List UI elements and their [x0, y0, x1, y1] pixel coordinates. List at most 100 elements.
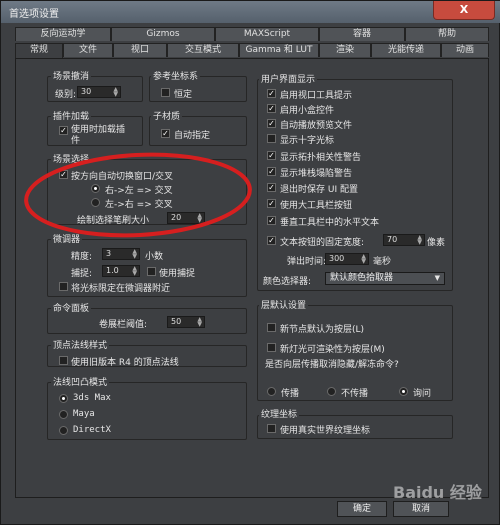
- ui-item-label: 垂直工具栏中的水平文本: [280, 218, 380, 228]
- ui-item-checkbox[interactable]: ✓: [267, 151, 276, 160]
- spinner-arrows-icon[interactable]: ▲ ▼: [197, 317, 202, 328]
- load-on-demand-label: 使用时加载插件: [71, 125, 126, 146]
- sub-material-title: 子材质: [151, 109, 183, 122]
- real-world-checkbox[interactable]: [267, 424, 276, 433]
- ui-item-label: 显示十字光标: [280, 136, 335, 146]
- ui-item-checkbox[interactable]: ✓: [267, 89, 276, 98]
- ms-label: 毫秒: [373, 257, 392, 267]
- ui-item-checkbox[interactable]: ✓: [267, 216, 276, 225]
- snap-value: 1.0: [106, 266, 119, 275]
- tab-gamma-lut[interactable]: Gamma 和 LUT: [239, 43, 319, 57]
- ask-radio[interactable]: [399, 387, 408, 396]
- spinner-arrows-icon[interactable]: ▲ ▼: [361, 254, 366, 265]
- vertex-normal-title: 顶点法线样式: [51, 338, 110, 351]
- spinner-arrows-icon[interactable]: ▲ ▼: [132, 249, 137, 260]
- use-snap-checkbox[interactable]: [147, 267, 156, 276]
- ui-item-label: 退出时保存 UI 配置: [280, 185, 358, 195]
- precision-spinner[interactable]: 3 ▲ ▼: [102, 248, 140, 260]
- tab-animation[interactable]: 动画: [441, 43, 489, 57]
- color-picker-value: 默认颜色拾取器: [330, 273, 394, 283]
- fixed-width-spinner[interactable]: 70 ▲ ▼: [383, 234, 425, 246]
- command-panel-title: 命令面板: [51, 301, 92, 314]
- tab-files[interactable]: 文件: [63, 43, 113, 57]
- propagate-radio[interactable]: [267, 387, 276, 396]
- bump-directx-label: DirectX: [73, 425, 111, 435]
- load-on-demand-checkbox[interactable]: ✓: [59, 126, 68, 135]
- spinner-arrows-icon[interactable]: ▲ ▼: [132, 266, 137, 277]
- cursor-wrap-checkbox[interactable]: [59, 282, 68, 291]
- ui-item-checkbox[interactable]: ✓: [267, 119, 276, 128]
- scene-undo-title: 场景撤消: [51, 69, 92, 82]
- ui-item-checkbox[interactable]: ✓: [267, 183, 276, 192]
- ask-label: 询问: [413, 389, 432, 399]
- cancel-button[interactable]: 取消: [393, 501, 449, 517]
- spinner-arrows-icon[interactable]: ▲ ▼: [417, 235, 422, 246]
- tab-maxscript[interactable]: MAXScript: [215, 27, 319, 41]
- bump-3dsmax-label: 3ds Max: [73, 393, 111, 403]
- fixed-width-checkbox[interactable]: ✓: [267, 236, 276, 245]
- new-nodes-label: 新节点默认为按层(L): [280, 325, 365, 335]
- normal-bump-title: 法线凹凸模式: [51, 375, 110, 388]
- color-picker-dropdown[interactable]: 默认颜色拾取器 ▼: [325, 272, 445, 285]
- tab-viewports[interactable]: 视口: [113, 43, 167, 57]
- use-snap-label: 使用捕捉: [159, 269, 196, 279]
- undo-levels-label: 级别:: [55, 90, 77, 100]
- rollup-threshold-label: 卷展栏阈值:: [99, 320, 148, 330]
- decimals-label: 小数: [145, 252, 164, 262]
- tab-containers[interactable]: 容器: [319, 27, 405, 41]
- ref-coord-title: 参考坐标系: [151, 69, 201, 82]
- ui-item-label: 启用视口工具提示: [280, 91, 353, 101]
- plugin-load-title: 插件加载: [51, 109, 92, 122]
- new-lights-checkbox[interactable]: [267, 343, 276, 352]
- bump-maya-radio[interactable]: [59, 410, 68, 419]
- fixed-width-value: 70: [387, 235, 398, 244]
- legacy-normals-label: 使用旧版本 R4 的顶点法线: [71, 358, 179, 368]
- snap-spinner[interactable]: 1.0 ▲ ▼: [102, 265, 140, 277]
- rollup-threshold-spinner[interactable]: 50 ▲ ▼: [167, 316, 205, 328]
- ui-item-checkbox[interactable]: ✓: [267, 167, 276, 176]
- color-picker-label: 颜色选择器:: [263, 277, 312, 287]
- legacy-normals-checkbox[interactable]: [59, 356, 68, 365]
- tab-rendering[interactable]: 渲染: [319, 43, 371, 57]
- preferences-window: 首选项设置 X 反向运动学 Gizmos MAXScript 容器 帮助 常规 …: [0, 0, 500, 525]
- bump-directx-radio[interactable]: [59, 426, 68, 435]
- precision-label: 精度:: [71, 252, 93, 262]
- tab-radiosity[interactable]: 光能传递: [371, 43, 441, 57]
- ui-display-title: 用户界面显示: [259, 72, 318, 85]
- ui-item-checkbox[interactable]: ✓: [267, 104, 276, 113]
- propagate-label: 传播: [281, 389, 300, 399]
- tab-gizmos[interactable]: Gizmos: [111, 27, 215, 41]
- texture-coords-title: 纹理坐标: [259, 407, 300, 420]
- flyout-spinner[interactable]: 300 ▲ ▼: [325, 253, 369, 265]
- undo-levels-value: 30: [81, 87, 92, 96]
- title-bar[interactable]: 首选项设置 X: [1, 1, 500, 23]
- new-nodes-checkbox[interactable]: [267, 323, 276, 332]
- auto-assign-label: 自动指定: [174, 131, 211, 141]
- no-propagate-label: 不传播: [341, 389, 369, 399]
- watermark-logo: Baidu 经验: [393, 483, 482, 502]
- ui-item-label: 自动播放预览文件: [280, 121, 353, 131]
- tab-help[interactable]: 帮助: [405, 27, 489, 41]
- tab-ik[interactable]: 反向运动学: [15, 27, 111, 41]
- close-button[interactable]: X: [433, 1, 495, 20]
- snap-label: 捕捉:: [71, 269, 93, 279]
- precision-value: 3: [106, 249, 112, 258]
- undo-levels-spinner[interactable]: 30 ▲ ▼: [77, 86, 121, 98]
- no-propagate-radio[interactable]: [327, 387, 336, 396]
- auto-assign-checkbox[interactable]: ✓: [161, 129, 170, 138]
- ui-item-checkbox[interactable]: [267, 134, 276, 143]
- ui-item-label: 显示堆栈塌陷警告: [280, 169, 353, 179]
- propagate-question: 是否向层传播取消隐藏/解冻命令?: [265, 360, 399, 370]
- bump-3dsmax-radio[interactable]: [59, 394, 68, 403]
- ui-item-label: 启用小盒控件: [280, 106, 335, 116]
- spinner-arrows-icon[interactable]: ▲ ▼: [113, 87, 118, 98]
- ok-button[interactable]: 确定: [337, 501, 387, 517]
- constant-checkbox[interactable]: [161, 88, 170, 97]
- ui-item-label: 使用大工具栏按钮: [280, 201, 353, 211]
- layer-defaults-title: 层默认设置: [259, 298, 309, 311]
- tab-interaction-mode[interactable]: 交互模式: [167, 43, 239, 57]
- real-world-label: 使用真实世界纹理坐标: [280, 426, 371, 436]
- ui-item-checkbox[interactable]: ✓: [267, 199, 276, 208]
- bump-maya-label: Maya: [73, 409, 95, 419]
- tab-general[interactable]: 常规: [15, 43, 63, 58]
